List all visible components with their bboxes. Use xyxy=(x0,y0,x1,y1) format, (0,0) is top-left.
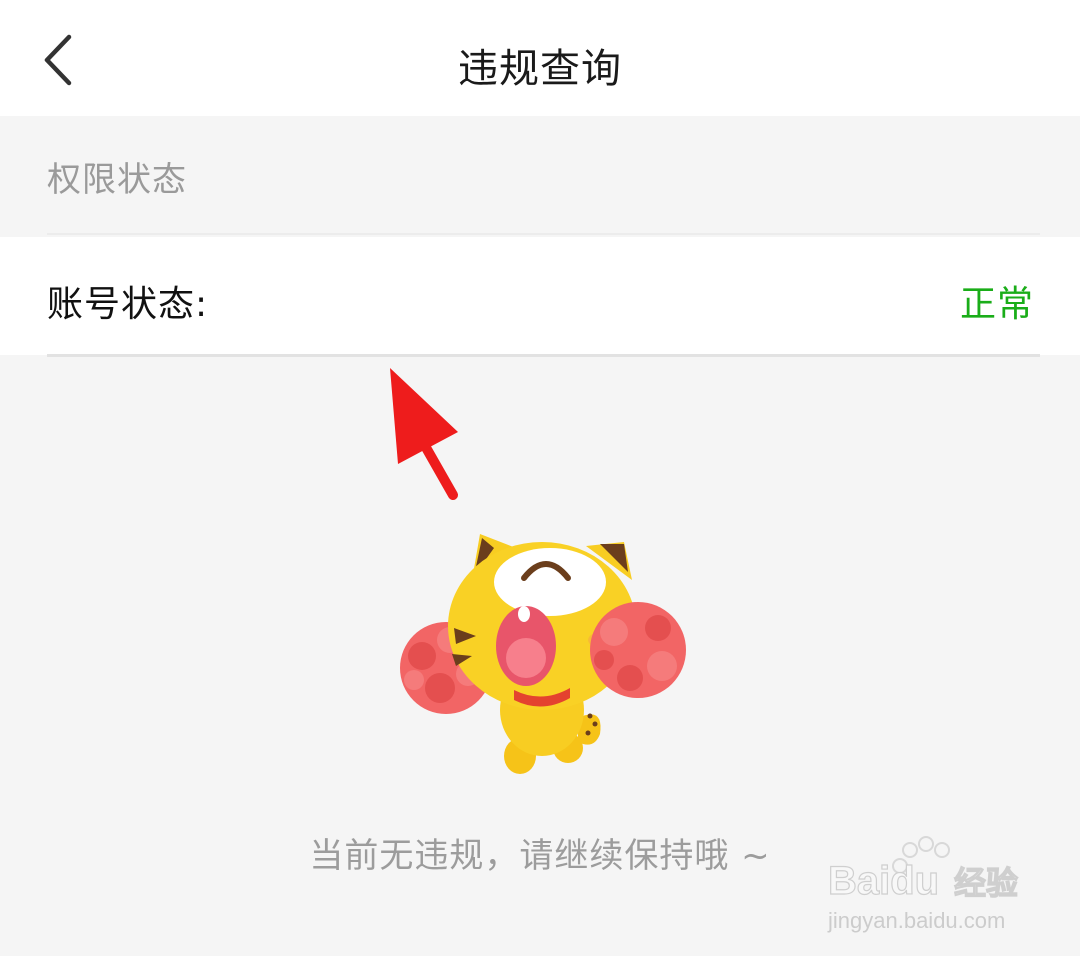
top-bar: 违规查询 xyxy=(0,0,1080,116)
divider xyxy=(47,233,1040,235)
page-title: 违规查询 xyxy=(458,46,622,92)
account-status-row[interactable]: 账号状态: 正常 xyxy=(0,237,1080,355)
section-label-permission: 权限状态 xyxy=(47,160,187,200)
baidu-watermark-logo: Baidu 经验 jingyan.baidu.com xyxy=(827,836,1019,933)
red-arrow-icon xyxy=(390,368,458,500)
watermark-brand: Baidu xyxy=(828,859,939,903)
account-status-label: 账号状态: xyxy=(47,284,209,325)
pompom-right xyxy=(590,602,686,698)
watermark-url: jingyan.baidu.com xyxy=(827,908,1005,933)
account-status-value: 正常 xyxy=(959,284,1034,325)
cheering-cat-illustration xyxy=(400,534,686,774)
divider xyxy=(47,354,1040,357)
watermark-brand-suffix: 经验 xyxy=(954,865,1018,901)
